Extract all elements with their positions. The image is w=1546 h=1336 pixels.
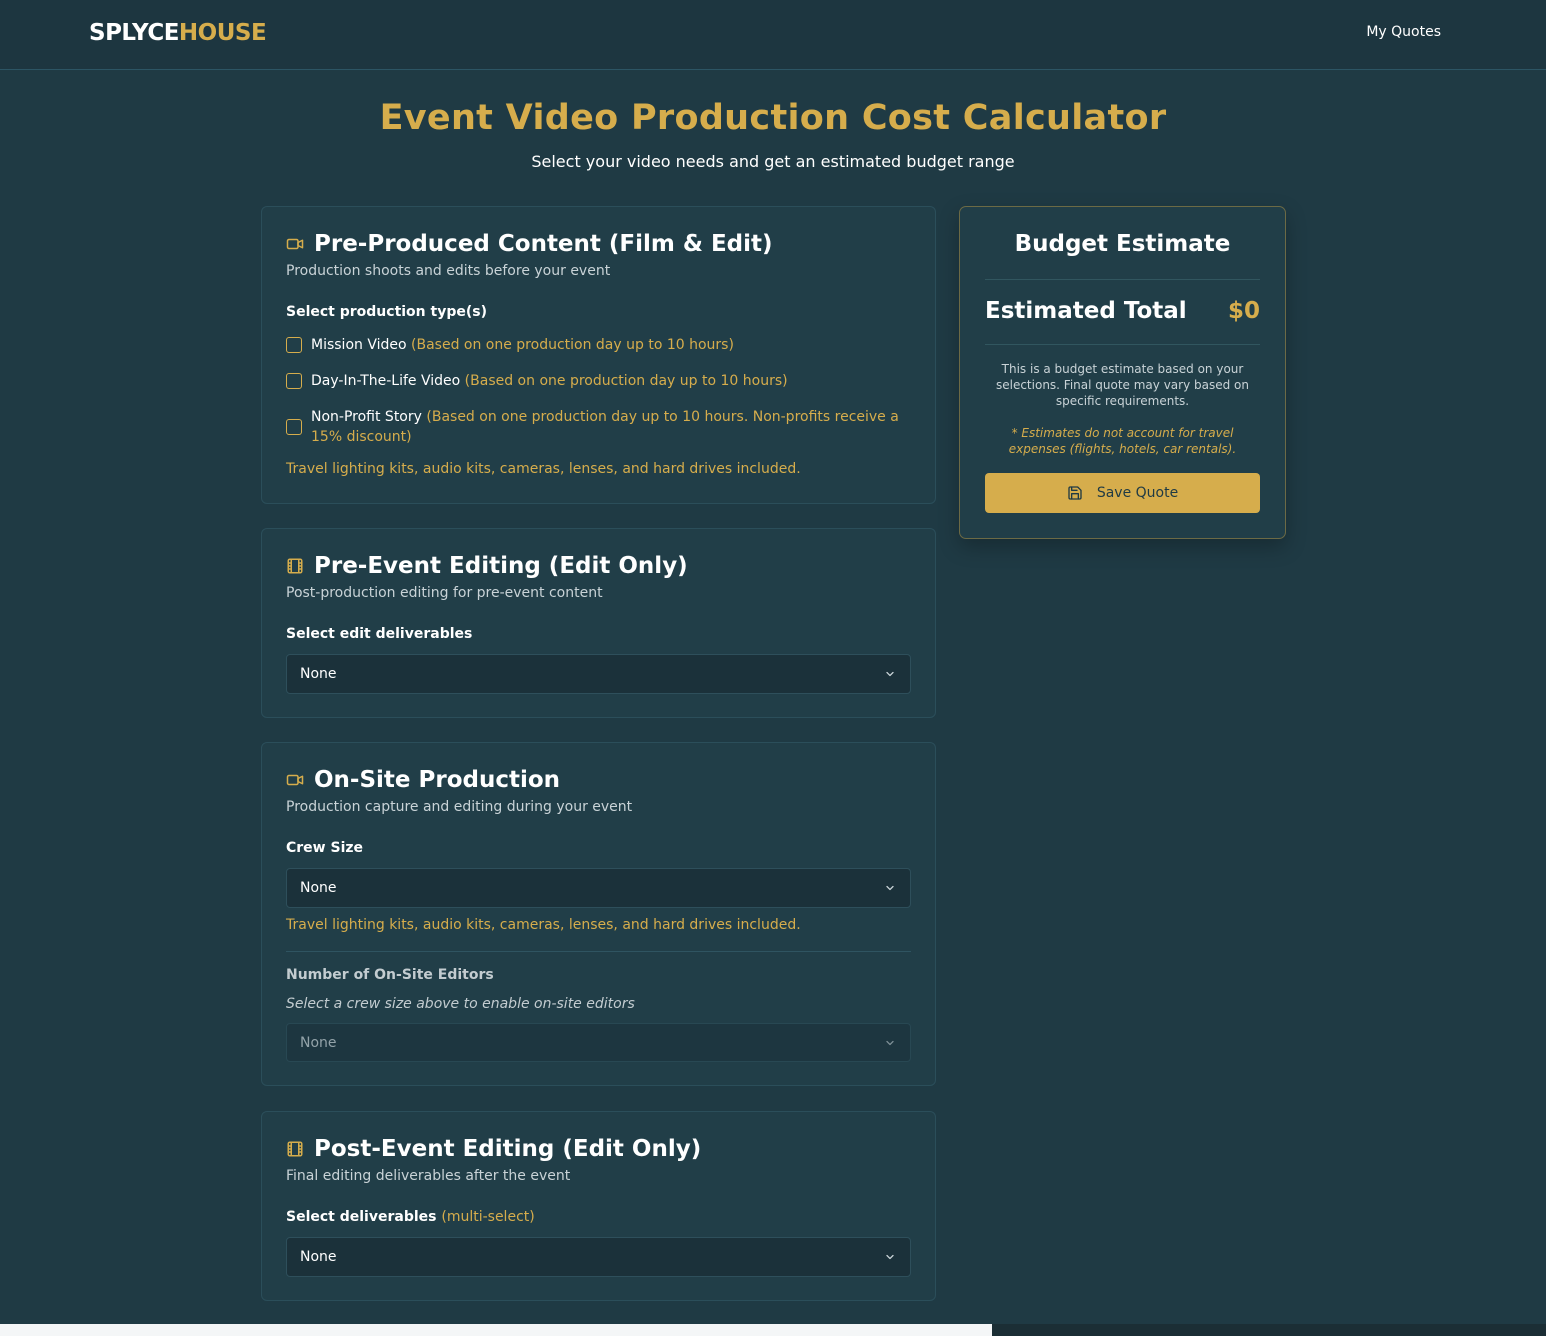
included-equipment-note: Travel lighting kits, audio kits, camera…	[286, 917, 801, 933]
on-site-production-card: On-Site Production Production capture an…	[261, 742, 936, 1086]
logo[interactable]: SPLYCE HOUSE	[89, 20, 267, 46]
pre-event-editing-title-text: Pre-Event Editing (Edit Only)	[314, 553, 688, 579]
option-non-profit-story[interactable]: Non-Profit Story (Based on one productio…	[286, 407, 911, 447]
page-title: Event Video Production Cost Calculator	[379, 98, 1167, 138]
logo-part-1: SPLYCE	[89, 20, 179, 46]
option-label: Day-In-The-Life Video	[311, 373, 461, 389]
included-equipment-note: Travel lighting kits, audio kits, camera…	[286, 461, 801, 477]
budget-divider	[985, 344, 1260, 345]
select-value: None	[300, 666, 337, 682]
select-value: None	[300, 1249, 337, 1265]
on-site-editors-hint: Select a crew size above to enable on-si…	[286, 996, 635, 1012]
option-label: Non-Profit Story	[311, 409, 422, 425]
budget-title: Budget Estimate	[1014, 231, 1231, 257]
bottom-edge-dark	[992, 1324, 1546, 1336]
production-type-label: Select production type(s)	[286, 304, 487, 320]
option-day-in-the-life-video[interactable]: Day-In-The-Life Video (Based on one prod…	[286, 371, 911, 391]
option-label: Mission Video	[311, 337, 407, 353]
save-icon	[1068, 486, 1082, 500]
estimated-total-value: $0	[1227, 298, 1260, 324]
pre-event-editing-title: Pre-Event Editing (Edit Only)	[286, 553, 688, 579]
crew-size-label: Crew Size	[286, 840, 364, 856]
budget-note: This is a budget estimate based on your …	[995, 362, 1249, 408]
save-quote-label: Save Quote	[1096, 485, 1179, 501]
crew-size-select[interactable]: None	[286, 868, 911, 908]
option-note: (Based on one production day up to 10 ho…	[411, 337, 734, 353]
on-site-production-description: Production capture and editing during yo…	[286, 799, 633, 815]
video-camera-icon	[286, 774, 304, 786]
travel-disclaimer: * Estimates do not account for travel ex…	[1008, 426, 1237, 456]
video-camera-icon	[286, 238, 304, 250]
chevron-down-icon	[886, 1254, 894, 1260]
on-site-production-title-text: On-Site Production	[314, 767, 561, 793]
bottom-edge-light	[0, 1324, 992, 1336]
save-quote-button[interactable]: Save Quote	[985, 473, 1260, 513]
post-deliverables-label: Select deliverables (multi-select)	[286, 1209, 535, 1225]
chevron-down-icon	[886, 1040, 894, 1045]
pre-produced-title-text: Pre-Produced Content (Film & Edit)	[314, 231, 773, 257]
on-site-production-title: On-Site Production	[286, 767, 560, 793]
option-note: (Based on one production day up to 10 ho…	[464, 373, 788, 389]
chevron-down-icon	[886, 671, 894, 677]
post-event-editing-title-text: Post-Event Editing (Edit Only)	[314, 1136, 702, 1162]
post-event-editing-card: Post-Event Editing (Edit Only) Final edi…	[261, 1111, 936, 1301]
pre-produced-title: Pre-Produced Content (Film & Edit)	[286, 231, 773, 257]
day-in-the-life-checkbox[interactable]	[286, 373, 302, 389]
section-divider	[286, 951, 911, 952]
logo-part-2: HOUSE	[178, 20, 267, 46]
pre-event-editing-card: Pre-Event Editing (Edit Only) Post-produ…	[261, 528, 936, 718]
post-event-editing-title: Post-Event Editing (Edit Only)	[286, 1136, 701, 1162]
edit-deliverables-select[interactable]: None	[286, 654, 911, 694]
estimated-total-label: Estimated Total	[985, 298, 1187, 324]
chevron-down-icon	[886, 885, 894, 891]
film-icon	[287, 558, 303, 574]
edit-deliverables-label: Select edit deliverables	[286, 626, 473, 642]
select-value: None	[300, 880, 337, 896]
option-mission-video[interactable]: Mission Video (Based on one production d…	[286, 335, 911, 355]
my-quotes-link[interactable]: My Quotes	[1366, 24, 1441, 40]
budget-divider	[985, 279, 1260, 280]
budget-estimate-card: Budget Estimate Estimated Total $0 This …	[959, 206, 1286, 539]
top-navbar: SPLYCE HOUSE My Quotes	[0, 0, 1546, 70]
select-value: None	[300, 1034, 337, 1051]
post-deliverables-label-text: Select deliverables	[286, 1209, 437, 1225]
page-subtitle: Select your video needs and get an estim…	[531, 152, 1015, 171]
pre-produced-card: Pre-Produced Content (Film & Edit) Produ…	[261, 206, 936, 504]
film-icon	[287, 1141, 303, 1157]
pre-event-editing-description: Post-production editing for pre-event co…	[286, 585, 603, 601]
post-event-editing-description: Final editing deliverables after the eve…	[286, 1168, 571, 1184]
on-site-editors-label: Number of On-Site Editors	[286, 967, 494, 983]
multi-select-note: (multi-select)	[441, 1209, 535, 1225]
on-site-editors-select: None	[286, 1023, 911, 1062]
non-profit-story-checkbox[interactable]	[286, 419, 302, 435]
post-deliverables-select[interactable]: None	[286, 1237, 911, 1277]
mission-video-checkbox[interactable]	[286, 337, 302, 353]
pre-produced-description: Production shoots and edits before your …	[286, 263, 611, 279]
